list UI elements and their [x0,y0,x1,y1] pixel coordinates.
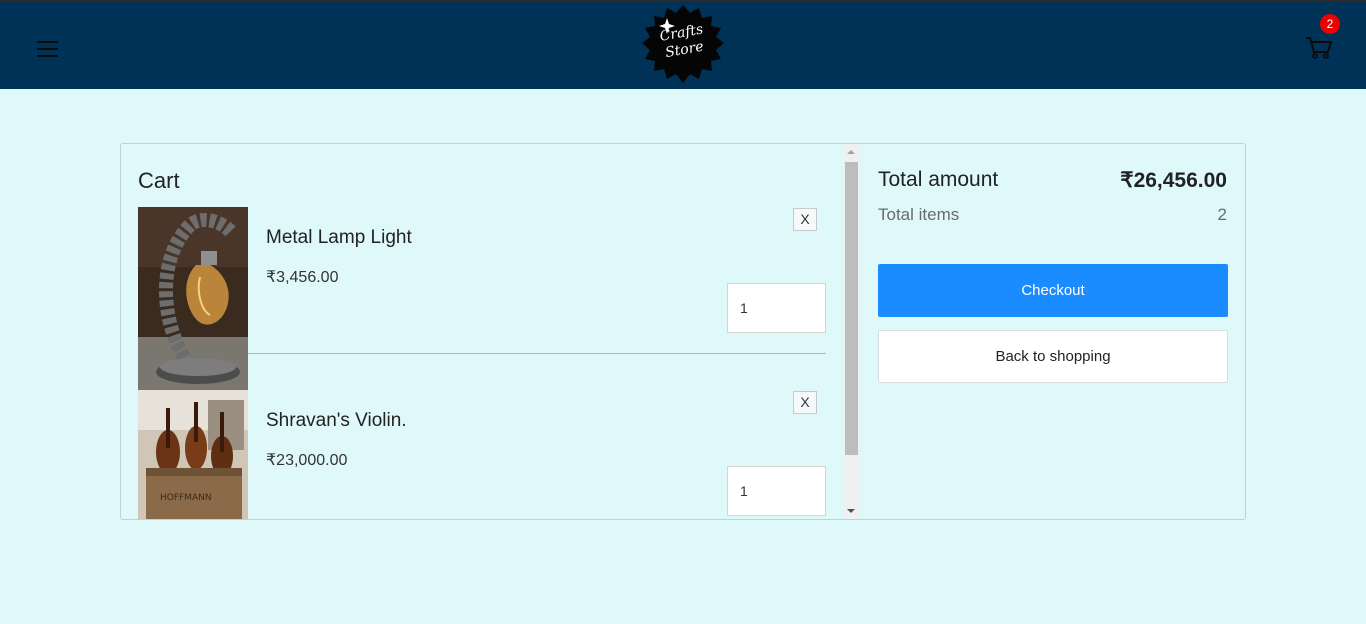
cart-title: Cart [138,168,180,193]
quantity-input[interactable] [727,466,826,516]
scroll-down-arrow-icon[interactable] [847,509,855,513]
checkout-button[interactable]: Checkout [878,264,1228,317]
item-price: ₹23,000.00 [266,452,348,469]
item-divider [248,353,826,354]
lamp-photo [138,207,248,390]
item-name: Metal Lamp Light [266,227,412,248]
item-price: ₹3,456.00 [266,269,339,286]
cart-item: HOFFMANN Shravan's Violin. ₹23,000.00 X [138,390,828,519]
top-navbar: Crafts Store [0,0,1366,89]
cart-list-scrollbar[interactable] [844,144,859,519]
total-items-label: Total items [878,205,960,224]
total-amount-value: ₹26,456.00 [1120,169,1227,192]
cart-count-badge: 2 [1320,14,1340,34]
hamburger-menu-icon[interactable] [37,39,59,59]
cart-item: Metal Lamp Light ₹3,456.00 X [138,207,828,390]
svg-text:HOFFMANN: HOFFMANN [160,493,212,503]
remove-item-button[interactable]: X [793,391,817,414]
total-items-value: 2 [1217,205,1227,224]
shopping-cart-icon [1306,37,1332,59]
crafts-store-logo[interactable]: Crafts Store [640,3,726,89]
cart-items-list: Metal Lamp Light ₹3,456.00 X HOFFMANN [138,207,828,519]
cart-button[interactable] [1302,32,1336,64]
back-to-shopping-button[interactable]: Back to shopping [878,330,1228,383]
remove-item-button[interactable]: X [793,208,817,231]
violins-photo: HOFFMANN [138,390,248,519]
scroll-thumb[interactable] [845,162,858,455]
total-amount-label: Total amount [878,168,999,191]
item-name: Shravan's Violin. [266,410,407,431]
quantity-input[interactable] [727,283,826,333]
scroll-up-arrow-icon[interactable] [847,150,855,154]
